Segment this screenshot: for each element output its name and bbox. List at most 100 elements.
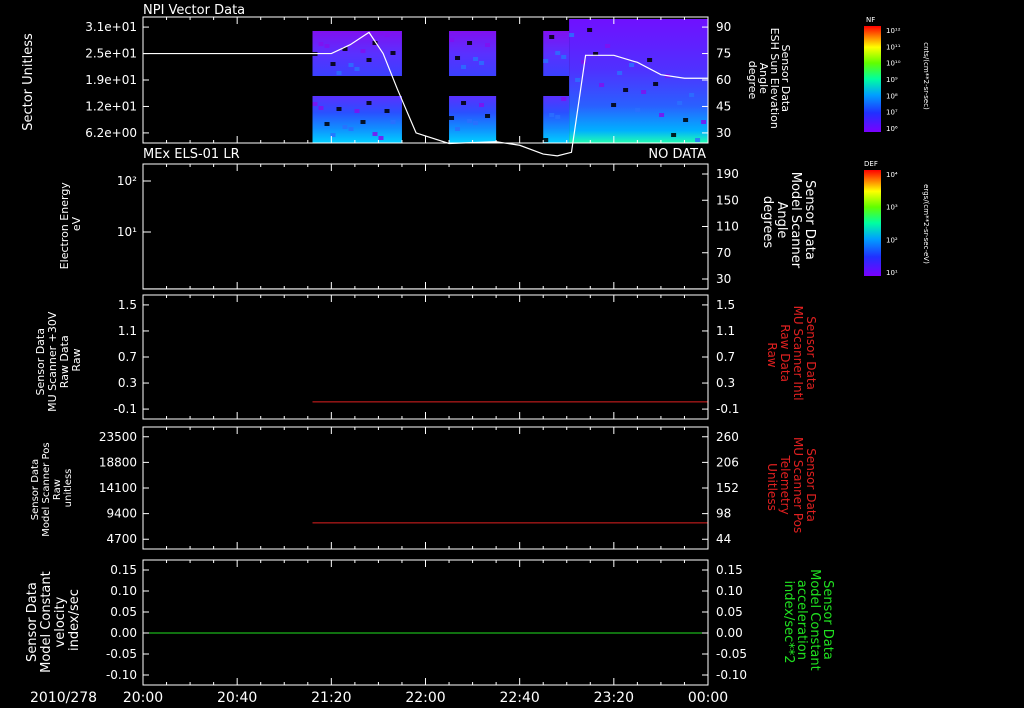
spectrogram-cell: [461, 101, 467, 105]
spectrogram-cell: [549, 113, 555, 117]
y-axis-label-line: index/sec: [67, 589, 82, 651]
y-axis-label-line: velocity: [53, 596, 68, 647]
right-axis-label-line: index/sec**2: [781, 580, 796, 663]
spectrogram-cell: [473, 121, 479, 125]
y-axis-label-line: Sensor Data: [25, 582, 40, 662]
tick-label: 60: [716, 73, 731, 87]
x-tick-label: 00:00: [688, 690, 728, 706]
spectrogram-cell: [617, 71, 623, 75]
tick-label: 10²: [117, 174, 137, 188]
spectrogram-cell: [555, 51, 561, 55]
tick-label: 0.7: [118, 350, 137, 364]
tick-label: 190: [716, 167, 739, 181]
right-axis-label-line: Sensor Data: [802, 180, 817, 260]
colorbar-tick-label: 10⁴: [886, 171, 898, 179]
colorbar-tick-label: 10¹²: [886, 27, 901, 35]
right-axis-label: Sensor Data Model Constant acceleration …: [781, 569, 835, 675]
spectrogram-cell: [599, 83, 605, 87]
tick-label: 152: [716, 481, 739, 495]
spectrogram-block: [569, 19, 708, 143]
spectrogram-cell: [336, 71, 342, 75]
spectrogram-cell: [324, 44, 330, 48]
right-axis-label-line: Raw Data: [778, 324, 792, 382]
x-tick-label: 22:40: [499, 690, 539, 706]
spectrogram-cell: [330, 62, 336, 66]
spectrogram-cell: [659, 113, 665, 117]
spectrogram-cell: [611, 103, 617, 107]
spectrogram-cell: [701, 120, 707, 124]
tick-label: 23500: [99, 430, 137, 444]
spectrogram-cell: [561, 55, 567, 59]
right-axis-label: Sensor Data MU Scanner Intl Raw Data Raw: [765, 306, 818, 405]
y-axis-label-line: Model Scanner Pos: [41, 442, 52, 536]
date-label: 2010/278: [30, 690, 97, 706]
tick-label: 0.00: [716, 626, 743, 640]
tick-label: 0.05: [110, 605, 137, 619]
spectrogram-cell: [623, 88, 629, 92]
colorbar-tick-label: 10⁸: [886, 92, 898, 100]
tick-label: -0.10: [106, 668, 137, 682]
spectrogram-cell: [467, 41, 473, 45]
tick-label: 98: [716, 507, 731, 521]
spectrogram-cell: [575, 78, 581, 82]
tick-label: 260: [716, 430, 739, 444]
spectrogram-cell: [366, 58, 372, 62]
y-tick-labels: 1.5 1.1 0.7 0.3 -0.1: [114, 298, 149, 416]
right-axis-label-line: degrees: [760, 196, 775, 249]
spectrogram-cell: [467, 119, 473, 123]
spectrogram-cell: [318, 106, 324, 110]
right-axis-label: Sensor Data Model Scanner Angle degrees: [760, 172, 817, 273]
tick-label: -0.05: [716, 647, 747, 661]
tick-label: 0.7: [716, 350, 735, 364]
right-axis-label: Sensor Data ESH Sun Elevation Angle degr…: [746, 28, 792, 133]
right-axis-label-line: degree: [746, 61, 759, 100]
right-tick-labels: 0.15 0.10 0.05 0.00 -0.05 -0.10: [702, 563, 747, 682]
spectrogram-block: [449, 31, 497, 76]
spectrogram-block: [449, 96, 497, 143]
tick-label: 4700: [106, 532, 137, 546]
x-tick-label: 21:20: [311, 690, 351, 706]
spectrogram-cell: [473, 57, 479, 61]
tick-label: 10¹: [117, 225, 137, 239]
spectrogram-cell: [635, 108, 641, 112]
right-axis-label-line: MU Scanner Intl: [791, 306, 805, 401]
y-axis-label-line: Model Constant: [39, 571, 54, 673]
y-axis-label: Sensor Data MU Scanner +30V Raw Data Raw: [34, 308, 83, 412]
colorbar-tick-label: 10⁹: [886, 76, 898, 84]
spectrogram-cell: [372, 132, 378, 136]
colorbar-tick-label: 10¹¹: [886, 43, 901, 51]
colorbar-nf: NF 10¹² 10¹¹ 10¹⁰ 10⁹ 10⁸ 10⁷ 10⁶ cnts/(cm**2-…: [864, 16, 930, 133]
tick-label: 14100: [99, 481, 137, 495]
tick-label: -0.05: [106, 647, 137, 661]
y-tick-labels: 23500 18800 14100 9400 4700: [99, 430, 149, 546]
spectrogram-block: [312, 96, 402, 143]
panel-title: NPI Vector Data: [143, 3, 245, 18]
tick-label: 90: [716, 20, 731, 34]
spectrogram-cell: [324, 122, 330, 126]
right-axis-label-line: Sensor Data: [804, 448, 818, 522]
y-axis-label: Electron Energy eV: [58, 179, 83, 270]
tick-label: 1.5: [118, 298, 137, 312]
panel-title: MEx ELS-01 LR: [143, 147, 240, 162]
spectrogram-cell: [485, 114, 491, 118]
spectrogram-cell: [629, 63, 635, 67]
y-tick-labels: 10² 10¹: [117, 174, 151, 239]
spectrogram-cell: [455, 56, 461, 60]
spectrogram-cell: [336, 107, 342, 111]
tick-label: 0.3: [716, 376, 735, 390]
colorbar-def: DEF 10⁴ 10³ 10² 10¹ ergs/(cm**2-sr-sec-eV): [864, 160, 930, 277]
panel-mu-scanner-30v: Sensor Data MU Scanner +30V Raw Data Raw…: [34, 294, 818, 420]
spectrogram-cell: [485, 43, 491, 47]
tick-label: 45: [716, 99, 731, 113]
spectrogram-cell: [354, 109, 360, 113]
spectrogram-cell: [348, 127, 354, 131]
spectrogram-cell: [378, 31, 384, 35]
spectrogram-cell: [561, 97, 567, 101]
spectrogram-cell: [360, 49, 366, 53]
spectrogram-cell: [318, 42, 324, 46]
tick-label: 0.3: [118, 376, 137, 390]
spectrogram-cell: [348, 63, 354, 67]
spectrogram-cell: [455, 127, 461, 131]
tick-label: -0.10: [716, 668, 747, 682]
tick-label: 0.10: [110, 584, 137, 598]
